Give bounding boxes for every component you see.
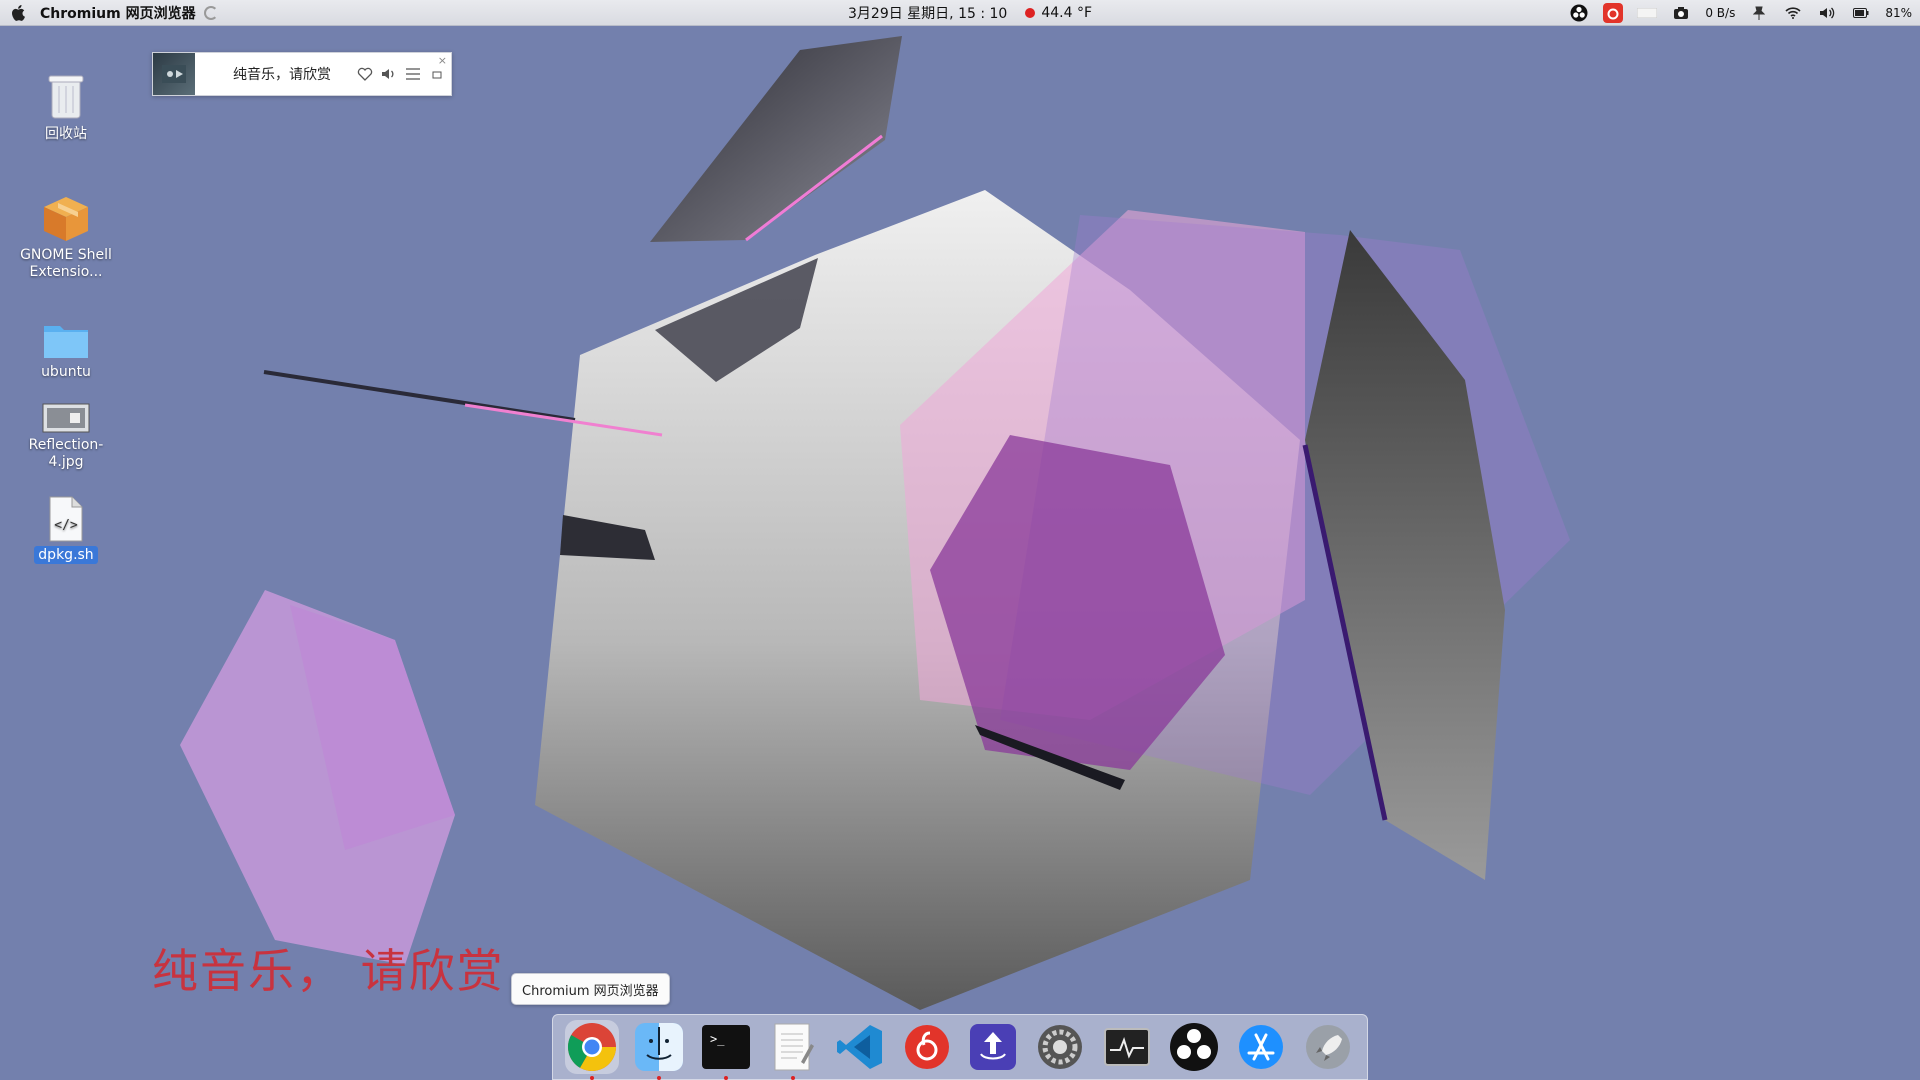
playlist-icon[interactable] <box>401 62 425 86</box>
dock-item-system-monitor[interactable] <box>1100 1020 1154 1074</box>
package-icon <box>44 197 88 241</box>
music-mini-player: 纯音乐，请欣赏 × <box>152 52 452 96</box>
screenshot-tray-icon[interactable] <box>1671 3 1691 23</box>
active-app-name[interactable]: Chromium 网页浏览器 <box>40 3 196 23</box>
desktop-icon-dpkg-sh[interactable]: </> dpkg.sh <box>16 495 116 564</box>
running-indicator <box>657 1076 662 1080</box>
finder-icon <box>635 1023 684 1071</box>
vscode-icon <box>836 1025 882 1069</box>
desktop-icon-trash[interactable]: 回收站 <box>16 70 116 143</box>
dock-item-finder[interactable] <box>632 1020 686 1080</box>
dock-tooltip: Chromium 网页浏览器 <box>511 973 670 1005</box>
weather-icon <box>1025 8 1036 18</box>
obs-icon <box>1169 1023 1218 1071</box>
heart-icon[interactable] <box>353 62 377 86</box>
dock-item-text-editor[interactable] <box>766 1020 820 1080</box>
desktop-icon-label: 回收站 <box>45 126 87 142</box>
folder-icon <box>44 326 88 358</box>
svg-text:>_: >_ <box>710 1032 725 1046</box>
netease-music-tray-icon[interactable] <box>1603 3 1624 23</box>
terminal-icon: >_ <box>702 1025 751 1069</box>
song-title: 纯音乐，请欣赏 <box>233 67 331 83</box>
battery-icon[interactable] <box>1851 3 1871 23</box>
desktop-lyrics[interactable]: 纯音乐， 请欣赏 <box>152 935 505 1001</box>
apple-menu-icon[interactable] <box>10 4 26 22</box>
obs-tray-icon[interactable] <box>1569 3 1589 23</box>
dock-item-netease-music[interactable] <box>900 1020 954 1074</box>
dock-item-obs[interactable] <box>1167 1020 1221 1074</box>
text-editor-icon <box>774 1023 814 1071</box>
volume-icon[interactable] <box>1817 3 1837 23</box>
pin-icon[interactable] <box>1749 3 1769 23</box>
desktop-icon-label: Reflection-4.jpg <box>28 437 104 470</box>
monitor-icon <box>1104 1028 1151 1066</box>
dock-item-system-settings[interactable] <box>1033 1020 1087 1074</box>
close-icon[interactable]: × <box>438 54 447 67</box>
desktop-icon-label: ubuntu <box>41 364 91 380</box>
album-cover[interactable] <box>153 53 195 95</box>
rocket-icon <box>1305 1025 1350 1069</box>
desktop-icon-label: dpkg.sh <box>34 546 98 564</box>
desktop-icon-gnome-extension[interactable]: GNOME Shell Extensio... <box>16 195 116 281</box>
dock-item-app-store[interactable] <box>1234 1020 1288 1074</box>
dock-item-chromium[interactable] <box>565 1020 620 1080</box>
wifi-icon[interactable] <box>1783 3 1803 23</box>
dock-item-launchpad[interactable] <box>1301 1020 1355 1074</box>
script-file-icon: </> <box>49 496 83 542</box>
dock: >_ <box>552 1014 1368 1080</box>
desktop-icon-label: GNOME Shell Extensio... <box>20 247 112 280</box>
netease-music-icon <box>904 1025 949 1069</box>
dock-item-vscode[interactable] <box>833 1020 887 1074</box>
network-speed: 0 B/s <box>1705 6 1736 20</box>
top-menu-bar: Chromium 网页浏览器 3月29日 星期日, 15 : 10 44.4 °… <box>0 0 1920 26</box>
blank-tray-icon[interactable] <box>1637 3 1658 23</box>
loading-spinner-icon <box>203 5 218 20</box>
upload-icon <box>970 1024 1017 1070</box>
chromium-icon <box>568 1023 617 1072</box>
svg-text:</>: </> <box>54 518 78 533</box>
dock-item-terminal[interactable]: >_ <box>699 1020 753 1080</box>
trash-icon <box>48 75 84 119</box>
image-file-icon <box>42 403 90 433</box>
running-indicator <box>590 1076 595 1080</box>
running-indicator <box>790 1076 795 1080</box>
clock[interactable]: 3月29日 星期日, 15 : 10 <box>848 3 1007 23</box>
desktop-icon-ubuntu-folder[interactable]: ubuntu <box>16 320 116 381</box>
running-indicator <box>724 1076 729 1080</box>
gear-icon <box>1038 1025 1083 1069</box>
system-tray: 0 B/s 81% <box>1569 0 1912 26</box>
desktop-icon-reflection-jpg[interactable]: Reflection-4.jpg <box>16 403 116 471</box>
weather-widget[interactable]: 44.4 °F <box>1025 5 1092 21</box>
volume-icon[interactable] <box>377 62 401 86</box>
dock-item-upload-tool[interactable] <box>966 1020 1020 1074</box>
wallpaper <box>0 0 1920 1080</box>
app-store-icon <box>1238 1025 1283 1069</box>
weather-temperature: 44.4 °F <box>1041 5 1093 21</box>
battery-percentage: 81% <box>1885 6 1912 20</box>
